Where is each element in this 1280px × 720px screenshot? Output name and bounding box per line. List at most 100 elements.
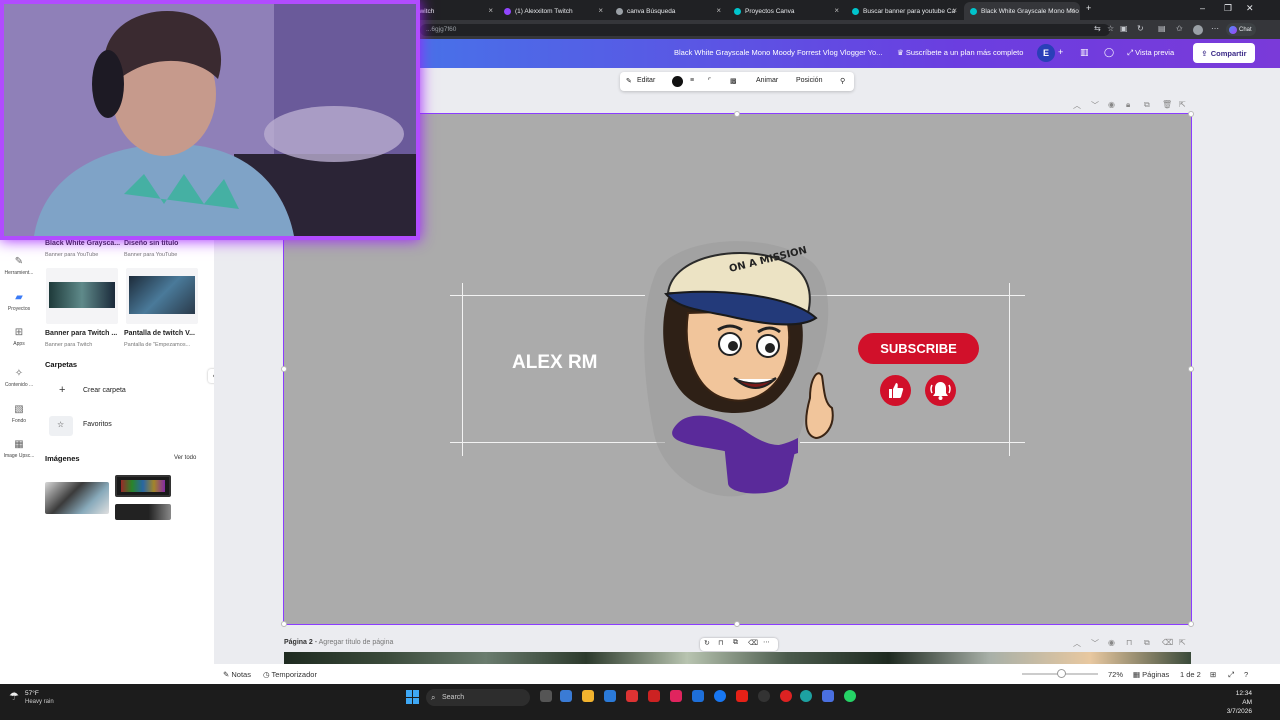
see-all-link[interactable]: Ver todo (174, 455, 196, 461)
nav-magic-content[interactable]: ✧ Contenido ... (0, 368, 38, 388)
insights-icon[interactable]: ▥ (1080, 47, 1089, 58)
nav-tools[interactable]: ✎ Herramient... (0, 256, 38, 276)
notes-button[interactable]: ✎ Notas (223, 670, 251, 679)
translate-icon[interactable]: ⇆ (1094, 24, 1101, 33)
share-button[interactable]: ⇪ Compartir (1193, 43, 1255, 63)
notification-bell-graphic[interactable] (925, 375, 956, 406)
resize-handle[interactable] (734, 111, 740, 117)
tab-canva-design[interactable]: Black White Grayscale Mono Moo × (964, 2, 1080, 20)
sidebar-icon[interactable]: ▤ (1158, 24, 1166, 33)
add-page-icon[interactable]: ⇱ (1179, 100, 1186, 109)
zoom-level[interactable]: 72% (1108, 670, 1123, 679)
tab-twitch[interactable]: Twitch × (410, 2, 498, 20)
app-icon[interactable] (626, 690, 638, 702)
chrome-icon[interactable] (758, 690, 770, 702)
resize-handle[interactable] (1188, 111, 1194, 117)
design-card-title[interactable]: Diseño sin título (124, 240, 178, 247)
chevron-down-icon[interactable]: ﹀ (1091, 100, 1099, 111)
system-clock[interactable]: 12:34 AM 3/7/2026 (1225, 689, 1252, 716)
chevron-up-icon[interactable]: ︿ (1073, 638, 1081, 649)
pages-button[interactable]: ▦ Páginas (1133, 670, 1169, 679)
close-icon[interactable]: × (716, 6, 721, 15)
lock-icon[interactable]: ⊓ (1126, 638, 1132, 647)
timer-button[interactable]: ◷ Temporizador (263, 670, 317, 679)
close-window-icon[interactable]: ✕ (1246, 3, 1254, 14)
lock-icon[interactable]: ⊓ (718, 639, 723, 647)
profile-avatar[interactable] (1193, 25, 1203, 35)
duplicate-icon[interactable]: ⧉ (733, 639, 738, 647)
cartoon-avatar-illustration[interactable]: ON A MISSION (638, 238, 838, 500)
lock-icon[interactable]: 🔒︎ (1126, 100, 1130, 110)
weather-icon[interactable]: ☂ (9, 690, 19, 703)
more-options-icon[interactable]: ⋯ (763, 638, 770, 646)
delete-icon[interactable]: ⌫ (748, 639, 758, 647)
subscribe-graphic[interactable]: SUBSCRIBE (858, 333, 979, 364)
tab-canva-banner-search[interactable]: Buscar banner para youtube Ca × (846, 2, 962, 20)
image-thumbnail[interactable] (115, 504, 171, 520)
page-2-label[interactable]: Página 2 - Agregar título de página (284, 639, 393, 646)
nav-background[interactable]: ▧ Fondo (0, 404, 38, 424)
close-icon[interactable]: × (834, 6, 839, 15)
maximize-icon[interactable]: ❐ (1224, 3, 1232, 14)
refresh-icon[interactable]: ↻ (1137, 24, 1144, 33)
like-button-graphic[interactable] (880, 375, 911, 406)
delete-icon[interactable]: ⌫ (1162, 638, 1173, 647)
duplicate-icon[interactable]: ⧉ (1144, 638, 1150, 648)
app-icon[interactable] (780, 690, 792, 702)
more-menu-icon[interactable]: ⋯ (1211, 24, 1219, 33)
close-icon[interactable]: × (488, 6, 493, 15)
page-2-canvas[interactable] (284, 652, 1191, 664)
resize-handle[interactable] (281, 621, 287, 627)
tab-canva-projects[interactable]: Proyectos Canva × (728, 2, 844, 20)
close-icon[interactable]: × (1070, 6, 1075, 15)
nav-projects[interactable]: ▰ Proyectos (0, 292, 38, 312)
chat-button[interactable]: Chat (1226, 23, 1256, 36)
edit-button[interactable]: Editar (637, 77, 655, 84)
taskbar-search[interactable]: ⌕ Search (426, 689, 530, 706)
facebook-icon[interactable] (714, 690, 726, 702)
whatsapp-icon[interactable] (844, 690, 856, 702)
design-title[interactable]: Black White Grayscale Mono Moody Forrest… (674, 48, 882, 57)
resize-handle[interactable] (1188, 366, 1194, 372)
fullscreen-icon[interactable]: ⤢ (1228, 670, 1234, 680)
help-icon[interactable]: ? (1244, 670, 1248, 679)
upgrade-link[interactable]: ♛ Suscríbete a un plan más completo (897, 48, 1023, 57)
color-swatch[interactable] (672, 76, 683, 87)
resize-handle[interactable] (734, 621, 740, 627)
duplicate-icon[interactable]: ⧉ (1144, 100, 1150, 110)
minimize-icon[interactable]: – (1200, 3, 1205, 13)
app-icon[interactable] (648, 690, 660, 702)
design-card-title[interactable]: Banner para Twitch ... (45, 330, 117, 337)
copy-style-icon[interactable]: ⚲ (840, 77, 845, 85)
border-style-icon[interactable]: ≡ (690, 77, 694, 84)
tab-canva-search[interactable]: canva Búsqueda × (610, 2, 726, 20)
design-thumbnail[interactable] (126, 268, 198, 324)
resize-handle[interactable] (281, 366, 287, 372)
image-thumbnail[interactable] (45, 482, 109, 514)
design-card-title[interactable]: Black White Graysca... (45, 240, 120, 247)
close-icon[interactable]: × (598, 6, 603, 15)
avatar[interactable]: E (1037, 44, 1055, 62)
refresh-icon[interactable]: ↻ (704, 639, 710, 647)
close-icon[interactable]: × (952, 6, 957, 15)
add-page-icon[interactable]: ⇱ (1179, 638, 1186, 647)
extensions-icon[interactable]: ▣ (1120, 24, 1128, 33)
edge-icon[interactable] (800, 690, 812, 702)
delete-icon[interactable]: 🗑︎ (1162, 100, 1172, 109)
url-field[interactable]: ...6gjg7f60 (420, 24, 1110, 36)
preview-button[interactable]: ⤢ Vista previa (1127, 48, 1174, 58)
app-icon[interactable] (692, 690, 704, 702)
design-thumbnail[interactable] (46, 268, 118, 324)
zoom-slider-handle[interactable] (1057, 669, 1066, 678)
nav-image-upscaler[interactable]: ▦ Image Upsc... (0, 439, 38, 459)
favorites-folder[interactable]: ☆ Favoritos (45, 414, 205, 438)
chevron-down-icon[interactable]: ﹀ (1091, 638, 1099, 649)
chevron-up-icon[interactable]: ︿ (1073, 100, 1081, 111)
start-button[interactable] (406, 690, 420, 704)
app-icon[interactable] (822, 690, 834, 702)
add-icon[interactable]: + (1058, 47, 1063, 57)
comment-icon[interactable]: ◯ (1104, 47, 1114, 58)
tab-twitch-channel[interactable]: (1) Alexxitom Twitch × (498, 2, 608, 20)
bookmark-star-icon[interactable]: ☆ (1107, 24, 1114, 33)
grid-view-icon[interactable]: ⊞ (1210, 670, 1216, 679)
